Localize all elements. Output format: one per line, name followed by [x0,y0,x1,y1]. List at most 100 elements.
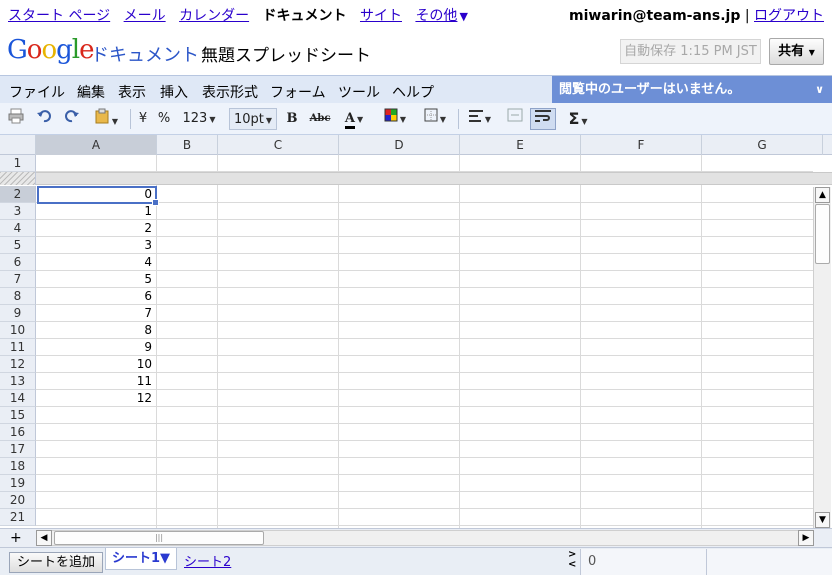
share-button[interactable]: 共有 ▼ [769,38,824,65]
logout-link[interactable]: ログアウト [754,8,824,24]
scroll-right-icon[interactable]: ▶ [798,530,814,546]
row-header[interactable]: 7 [0,271,36,288]
cell-a-value[interactable]: 5 [37,271,155,288]
column-header-g[interactable]: G [702,135,823,155]
font-size-select[interactable]: 10pt ▼ [229,108,278,130]
row-header[interactable]: 14 [0,390,36,407]
cell-a-value[interactable]: 4 [37,254,155,271]
row-header[interactable]: 19 [0,475,36,492]
percent-button[interactable]: % [157,108,171,130]
align-button[interactable]: ▼ [465,108,495,130]
frozen-rows-divider[interactable] [0,172,832,185]
corner-header[interactable] [0,135,36,155]
scroll-left-icon[interactable]: ◀ [36,530,52,546]
cell-a-value[interactable]: 9 [37,339,155,356]
scroll-thumb[interactable] [815,204,830,264]
menu-file[interactable]: ファイル [9,82,65,102]
row-header[interactable]: 4 [0,220,36,237]
link-sites[interactable]: サイト [360,8,402,24]
google-logo[interactable]: Google [7,35,94,65]
borders-button[interactable]: ▼ [420,108,450,130]
column-header-f[interactable]: F [581,135,702,155]
link-more[interactable]: その他 [415,8,457,24]
row-header[interactable]: 3 [0,203,36,220]
chevron-down-icon[interactable]: ▼ [459,10,467,23]
row-header[interactable]: 11 [0,339,36,356]
row-header[interactable]: 5 [0,237,36,254]
print-icon[interactable] [6,108,26,130]
menu-edit[interactable]: 編集 [77,82,105,102]
functions-button[interactable]: Σ ▼ [564,108,592,130]
merge-cells-icon[interactable] [505,108,525,130]
row-header[interactable]: 15 [0,407,36,424]
undo-icon[interactable] [34,108,54,130]
cell-a-value[interactable]: 3 [37,237,155,254]
cell-a-value[interactable]: 10 [37,356,155,373]
row-header[interactable]: 12 [0,356,36,373]
menu-format[interactable]: 表示形式 [202,82,258,102]
document-title[interactable]: 無題スプレッドシート [201,41,371,66]
currency-button[interactable]: ¥ [136,108,150,130]
selected-cell[interactable] [37,186,159,206]
cell-a-value[interactable]: 6 [37,288,155,305]
paste-format-button[interactable]: ▼ [90,108,122,130]
cell-a-value[interactable]: 11 [37,373,155,390]
menu-tools[interactable]: ツール [338,82,380,102]
vertical-scrollbar[interactable]: ▲ ▼ [813,187,831,528]
row-gridline [36,440,813,441]
fill-color-button[interactable]: ▼ [380,108,410,130]
column-header-a[interactable]: A [36,135,157,155]
sheet-tab-active[interactable]: シート1▼ [105,548,178,570]
row-header[interactable]: 6 [0,254,36,271]
row-header[interactable]: 13 [0,373,36,390]
row-header[interactable]: 16 [0,424,36,441]
text-color-button[interactable]: A ▼ [339,108,369,130]
formula-bar[interactable]: 0 [580,549,832,575]
scroll-up-icon[interactable]: ▲ [815,187,830,203]
row-header[interactable]: 2 [0,186,36,203]
formula-value: 0 [588,554,597,569]
column-header-c[interactable]: C [218,135,339,155]
menu-form[interactable]: フォーム [270,82,326,102]
row-header[interactable]: 10 [0,322,36,339]
number-format-button[interactable]: 123 ▼ [180,108,218,130]
row-header[interactable]: 21 [0,509,36,526]
horizontal-scrollbar[interactable]: ◀ ||| ▶ [36,530,814,546]
link-mail[interactable]: メール [124,8,166,24]
cell-a-value[interactable]: 2 [37,220,155,237]
row-header[interactable]: 8 [0,288,36,305]
column-header-d[interactable]: D [339,135,460,155]
add-sheet-button[interactable]: シートを追加 [9,552,104,573]
strikethrough-button[interactable]: Abc [309,108,331,130]
link-calendar[interactable]: カレンダー [179,8,249,24]
menu-insert[interactable]: 挿入 [160,82,188,102]
chevron-down-icon[interactable]: ▼ [160,551,170,566]
cell-a-value[interactable]: 7 [37,305,155,322]
cell-a-value[interactable]: 1 [37,203,155,220]
row-header[interactable]: 18 [0,458,36,475]
link-start-page[interactable]: スタート ページ [8,8,110,24]
bold-button[interactable]: B [284,108,300,130]
spreadsheet-grid[interactable]: ABCDEFG 1 2 3 4 5 6 7 8 9 10 11 12 13 14 15 16 17 18 19 20 2… [0,135,832,528]
column-headers: ABCDEFG [0,135,832,155]
menu-help[interactable]: ヘルプ [392,82,434,102]
menu-view[interactable]: 表示 [118,82,146,102]
product-name[interactable]: ドキュメント [91,41,199,67]
row-header[interactable]: 1 [0,155,36,172]
formula-bar-toggle-icon[interactable]: > < [568,550,576,570]
scroll-down-icon[interactable]: ▼ [815,512,830,528]
collapse-icon[interactable]: ∨ [815,76,824,103]
scroll-thumb[interactable]: ||| [54,531,264,545]
sheet-tab[interactable]: シート2 [184,551,231,570]
row-header[interactable]: 17 [0,441,36,458]
wrap-text-button[interactable] [530,108,556,130]
add-row-button[interactable]: + [10,530,22,546]
row-header[interactable]: 20 [0,492,36,509]
row-header[interactable]: 9 [0,305,36,322]
column-header-b[interactable]: B [157,135,218,155]
cell-a-value[interactable]: 8 [37,322,155,339]
redo-icon[interactable] [62,108,82,130]
column-header-e[interactable]: E [460,135,581,155]
cell-a-value[interactable]: 12 [37,390,155,407]
freeze-handle[interactable] [0,172,36,185]
